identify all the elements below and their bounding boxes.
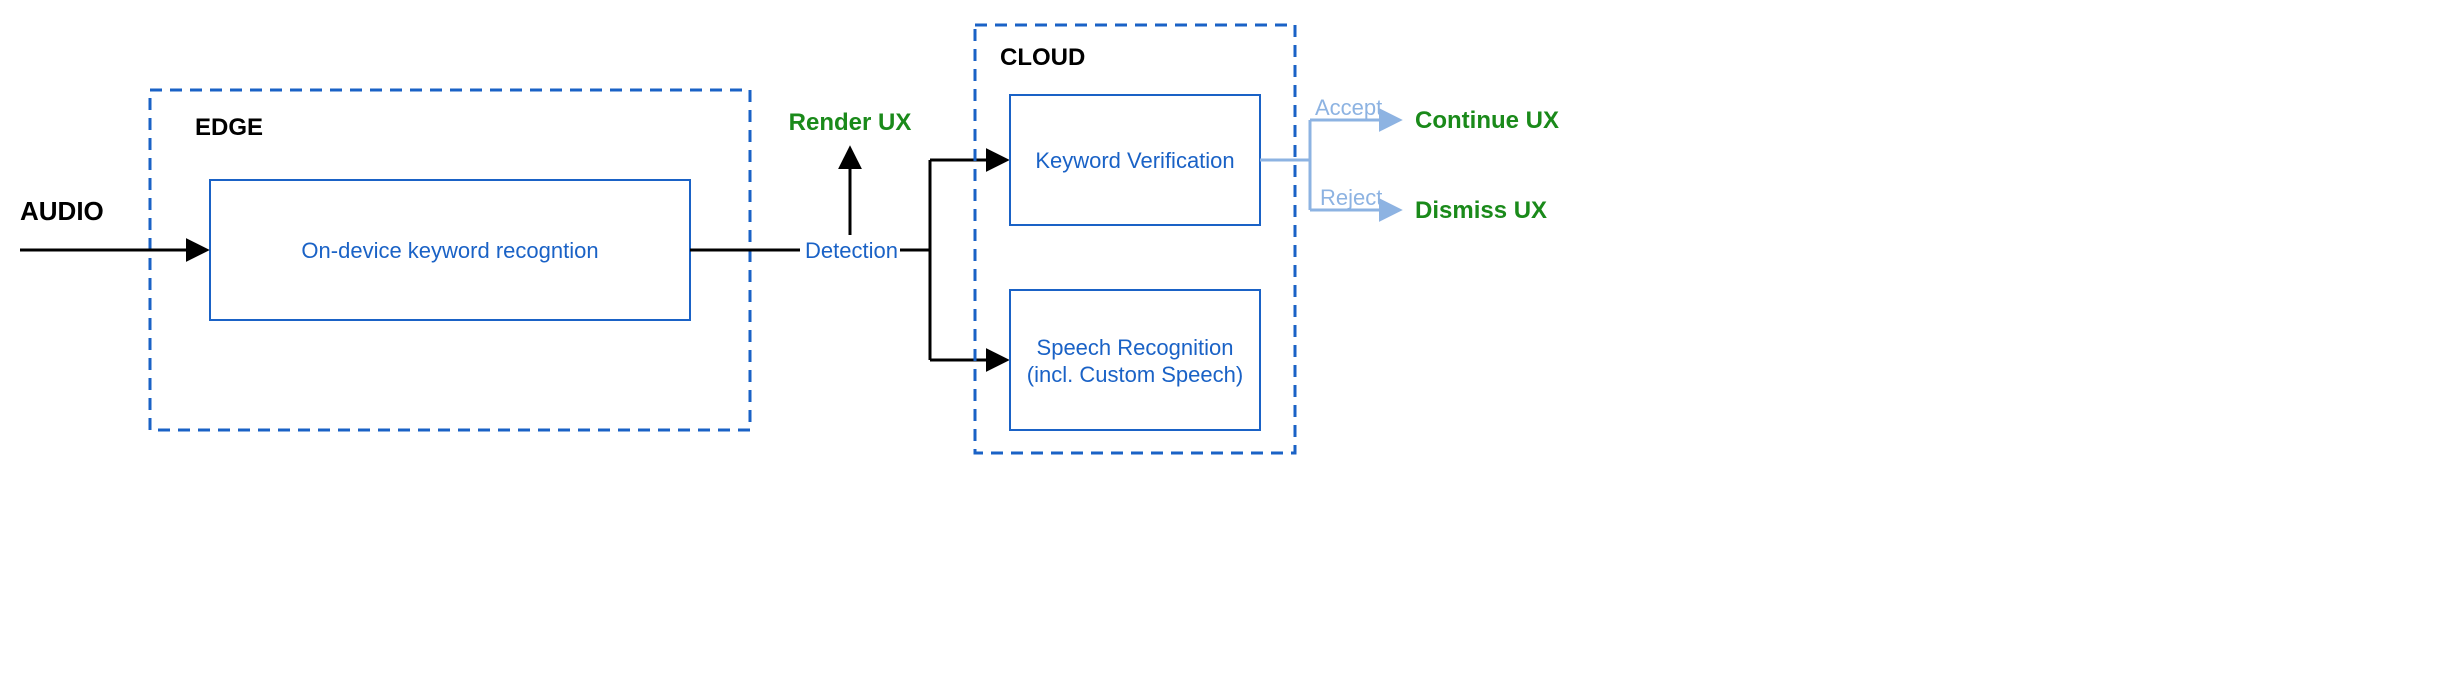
- audio-label: AUDIO: [20, 196, 104, 226]
- speech-recognition-line2: (incl. Custom Speech): [1027, 362, 1243, 387]
- architecture-diagram: EDGE On-device keyword recogntion AUDIO …: [0, 0, 2442, 698]
- edge-label: EDGE: [195, 114, 263, 141]
- on-device-label: On-device keyword recogntion: [301, 238, 598, 263]
- render-ux-label: Render UX: [789, 109, 912, 136]
- cloud-label: CLOUD: [1000, 44, 1085, 71]
- keyword-verification-label: Keyword Verification: [1035, 148, 1234, 173]
- dismiss-ux-label: Dismiss UX: [1415, 197, 1547, 224]
- cloud-container: [975, 25, 1295, 453]
- speech-recognition-line1: Speech Recognition: [1037, 335, 1234, 360]
- speech-recognition-box: [1010, 290, 1260, 430]
- continue-ux-label: Continue UX: [1415, 107, 1559, 134]
- accept-label: Accept: [1315, 95, 1382, 120]
- reject-label: Reject: [1320, 185, 1382, 210]
- detection-label: Detection: [805, 238, 898, 263]
